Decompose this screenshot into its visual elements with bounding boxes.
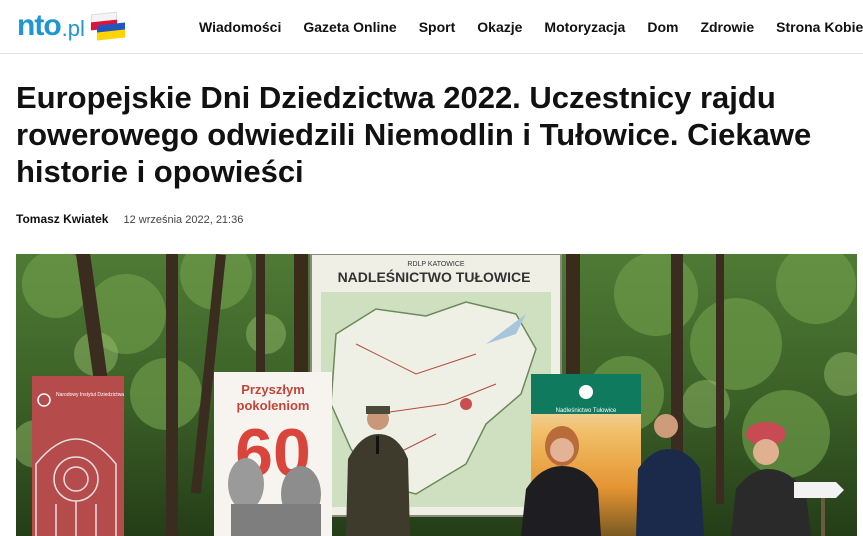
- top-navigation-bar: nto .pl Wiadomości Gazeta Online Sport O…: [0, 0, 863, 54]
- nav-item-gazeta-online[interactable]: Gazeta Online: [303, 19, 396, 35]
- banner-left-text: Narodowy Instytut Dziedzictwa: [56, 392, 124, 398]
- nav-item-zdrowie[interactable]: Zdrowie: [700, 19, 754, 35]
- logo-suffix: .pl: [61, 15, 85, 41]
- anniversary-banner: Przyszłym pokoleniom 60: [214, 372, 332, 536]
- nav-item-sport[interactable]: Sport: [419, 19, 456, 35]
- article-main-photo[interactable]: RDLP KATOWICE NADLEŚNICTWO TUŁOWICE Naro…: [16, 254, 857, 536]
- article-author[interactable]: Tomasz Kwiatek: [16, 212, 108, 226]
- logo-text: nto: [17, 9, 62, 42]
- board-title-text: NADLEŚNICTWO TUŁOWICE: [338, 268, 531, 285]
- article-title: Europejskie Dni Dziedzictwa 2022. Uczest…: [16, 80, 812, 189]
- article-date: 12 września 2022, 21:36: [123, 214, 244, 226]
- nav-item-strona-kobiet[interactable]: Strona Kobiet: [776, 19, 863, 35]
- banner-mid-line1: Przyszłym: [241, 382, 305, 397]
- nav-item-okazje[interactable]: Okazje: [477, 19, 522, 35]
- heritage-institute-banner: Narodowy Instytut Dziedzictwa: [32, 376, 124, 536]
- banner-right-text: Nadleśnictwo Tułowice: [556, 408, 617, 414]
- banner-mid-line2: pokoleniom: [237, 398, 310, 413]
- board-top-text: RDLP KATOWICE: [407, 261, 465, 268]
- article-byline: Tomasz Kwiatek 12 września 2022, 21:36: [16, 212, 243, 226]
- nav-item-dom[interactable]: Dom: [647, 19, 678, 35]
- poland-ukraine-flag-icon: [90, 11, 125, 41]
- nav-item-wiadomosci[interactable]: Wiadomości: [199, 19, 281, 35]
- main-menu: Wiadomości Gazeta Online Sport Okazje Mo…: [199, 0, 863, 54]
- nav-item-motoryzacja[interactable]: Motoryzacja: [544, 19, 625, 35]
- site-logo[interactable]: nto .pl: [17, 8, 125, 44]
